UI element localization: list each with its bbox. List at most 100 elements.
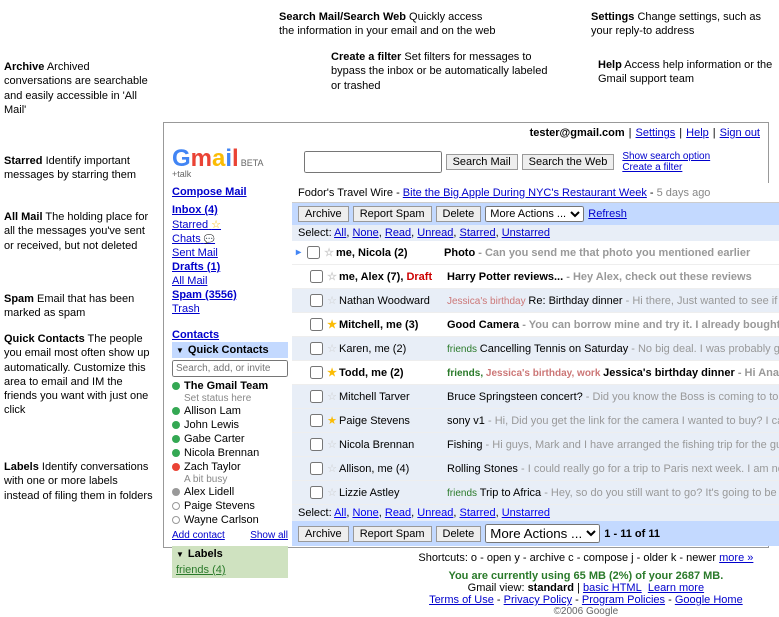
- select-read[interactable]: Read: [385, 227, 411, 239]
- show-all-link[interactable]: Show all: [250, 529, 288, 542]
- qc-contact[interactable]: Zach Taylor: [172, 460, 288, 474]
- starred-link[interactable]: Starred ☆: [172, 217, 288, 232]
- view-line: Gmail view: standard | basic HTML Learn …: [292, 582, 779, 594]
- quick-contacts-header[interactable]: Quick Contacts: [172, 342, 288, 358]
- message-row[interactable]: ☆me, Alex (7), DraftHarry Potter reviews…: [292, 265, 779, 289]
- star-icon[interactable]: ☆: [325, 342, 339, 355]
- message-subject: Bruce Springsteen concert? - Did you kno…: [447, 391, 779, 403]
- message-from: Mitchell, me (3): [339, 319, 447, 331]
- compose-link[interactable]: Compose Mail: [172, 185, 288, 199]
- ann-qc: Quick Contacts The people you email most…: [4, 332, 154, 418]
- all-mail-link[interactable]: All Mail: [172, 274, 288, 288]
- delete-button[interactable]: Delete: [436, 206, 482, 222]
- message-checkbox[interactable]: [310, 342, 323, 355]
- message-row[interactable]: ★Mitchell, me (3)Good Camera - You can b…: [292, 313, 779, 337]
- qc-contact[interactable]: Gabe Carter: [172, 432, 288, 446]
- star-icon[interactable]: ★: [325, 318, 339, 331]
- drafts-link[interactable]: Drafts (1): [172, 260, 288, 274]
- show-search-options-link[interactable]: Show search option: [622, 151, 710, 162]
- message-checkbox[interactable]: [310, 294, 323, 307]
- qc-contact[interactable]: Wayne Carlson: [172, 513, 288, 527]
- message-subject: Harry Potter reviews... - Hey Alex, chec…: [447, 271, 779, 283]
- inbox-link[interactable]: Inbox (4): [172, 203, 288, 217]
- message-row[interactable]: ☆Mitchell TarverBruce Springsteen concer…: [292, 385, 779, 409]
- settings-link[interactable]: Settings: [636, 127, 676, 139]
- sidebar: Compose Mail Inbox (4) Starred ☆ Chats 💬…: [164, 183, 292, 617]
- qc-search-input[interactable]: [172, 360, 288, 377]
- message-checkbox[interactable]: [310, 390, 323, 403]
- message-checkbox[interactable]: [310, 414, 323, 427]
- star-icon[interactable]: ☆: [325, 462, 339, 475]
- message-from: Todd, me (2): [339, 367, 447, 379]
- message-checkbox[interactable]: [310, 486, 323, 499]
- select-starred[interactable]: Starred: [460, 227, 496, 239]
- message-checkbox[interactable]: [310, 366, 323, 379]
- label-friends[interactable]: friends (4): [172, 562, 288, 578]
- message-row[interactable]: ★Paige Stevenssony v1 - Hi, Did you get …: [292, 409, 779, 433]
- more-actions-select-bottom[interactable]: More Actions ...: [485, 524, 600, 543]
- star-icon[interactable]: ☆: [325, 270, 339, 283]
- qc-contact[interactable]: Paige Stevens: [172, 499, 288, 513]
- search-web-button[interactable]: Search the Web: [522, 154, 615, 170]
- message-row[interactable]: ▸☆me, Nicola (2)Photo - Can you send me …: [292, 241, 779, 265]
- select-all[interactable]: All: [334, 227, 346, 239]
- ann-archive: Archive Archived conversations are searc…: [4, 60, 154, 117]
- select-none[interactable]: None: [352, 227, 378, 239]
- message-checkbox[interactable]: [307, 246, 320, 259]
- ann-spam: Spam Email that has been marked as spam: [4, 292, 154, 321]
- presence-dot: [172, 407, 180, 415]
- signout-link[interactable]: Sign out: [720, 127, 760, 139]
- help-link[interactable]: Help: [686, 127, 709, 139]
- qc-self[interactable]: The Gmail Team: [172, 379, 288, 393]
- message-checkbox[interactable]: [310, 462, 323, 475]
- qc-status[interactable]: Set status here: [184, 393, 288, 404]
- archive-button[interactable]: Archive: [298, 206, 349, 222]
- report-spam-button-bottom[interactable]: Report Spam: [353, 526, 432, 542]
- message-row[interactable]: ☆Allison, me (4)Rolling Stones - I could…: [292, 457, 779, 481]
- add-contact-link[interactable]: Add contact: [172, 529, 225, 542]
- star-icon[interactable]: ☆: [325, 294, 339, 307]
- message-checkbox[interactable]: [310, 318, 323, 331]
- star-icon[interactable]: ★: [325, 414, 339, 427]
- contacts-link[interactable]: Contacts: [172, 328, 288, 342]
- qc-contact[interactable]: Alex Lidell: [172, 485, 288, 499]
- report-spam-button[interactable]: Report Spam: [353, 206, 432, 222]
- search-mail-button[interactable]: Search Mail: [446, 154, 518, 170]
- archive-button-bottom[interactable]: Archive: [298, 526, 349, 542]
- more-actions-select[interactable]: More Actions ...: [485, 206, 584, 222]
- star-icon[interactable]: ☆: [325, 486, 339, 499]
- message-row[interactable]: ☆Lizzie Astleyfriends Trip to Africa - H…: [292, 481, 779, 505]
- sent-mail-link[interactable]: Sent Mail: [172, 246, 288, 260]
- learn-more-link[interactable]: Learn more: [648, 582, 704, 594]
- star-icon[interactable]: ★: [325, 366, 339, 379]
- star-icon[interactable]: ☆: [325, 438, 339, 451]
- select-unstarred[interactable]: Unstarred: [502, 227, 550, 239]
- message-row[interactable]: ☆Nathan WoodwardJessica's birthday Re: B…: [292, 289, 779, 313]
- create-filter-link[interactable]: Create a filter: [622, 162, 710, 173]
- shortcuts-more-link[interactable]: more »: [719, 552, 753, 564]
- search-input[interactable]: [304, 151, 442, 173]
- expand-icon[interactable]: ▸: [296, 247, 301, 258]
- message-checkbox[interactable]: [310, 438, 323, 451]
- delete-button-bottom[interactable]: Delete: [436, 526, 482, 542]
- basic-html-link[interactable]: basic HTML: [583, 582, 642, 594]
- message-row[interactable]: ★Todd, me (2)friends, Jessica's birthday…: [292, 361, 779, 385]
- trash-link[interactable]: Trash: [172, 302, 288, 316]
- labels-header[interactable]: Labels: [172, 546, 288, 562]
- ann-filter: Create a filter Set filters for messages…: [331, 50, 551, 93]
- header-bar: tester@gmail.com| Settings| Help| Sign o…: [164, 123, 768, 143]
- qc-contact[interactable]: Allison Lam: [172, 404, 288, 418]
- star-icon[interactable]: ☆: [325, 390, 339, 403]
- refresh-link[interactable]: Refresh: [588, 208, 627, 220]
- select-unread[interactable]: Unread: [417, 227, 453, 239]
- star-icon[interactable]: ☆: [322, 246, 336, 259]
- message-row[interactable]: ☆Karen, me (2)friends Cancelling Tennis …: [292, 337, 779, 361]
- message-checkbox[interactable]: [310, 270, 323, 283]
- webclip-link[interactable]: Bite the Big Apple During NYC's Restaura…: [403, 187, 647, 199]
- spam-link[interactable]: Spam (3556): [172, 288, 288, 302]
- message-row[interactable]: ☆Nicola BrennanFishing - Hi guys, Mark a…: [292, 433, 779, 457]
- copyright: ©2006 Google: [292, 606, 779, 617]
- qc-contact[interactable]: Nicola Brennan: [172, 446, 288, 460]
- qc-contact[interactable]: John Lewis: [172, 418, 288, 432]
- chats-link[interactable]: Chats 💬: [172, 232, 288, 246]
